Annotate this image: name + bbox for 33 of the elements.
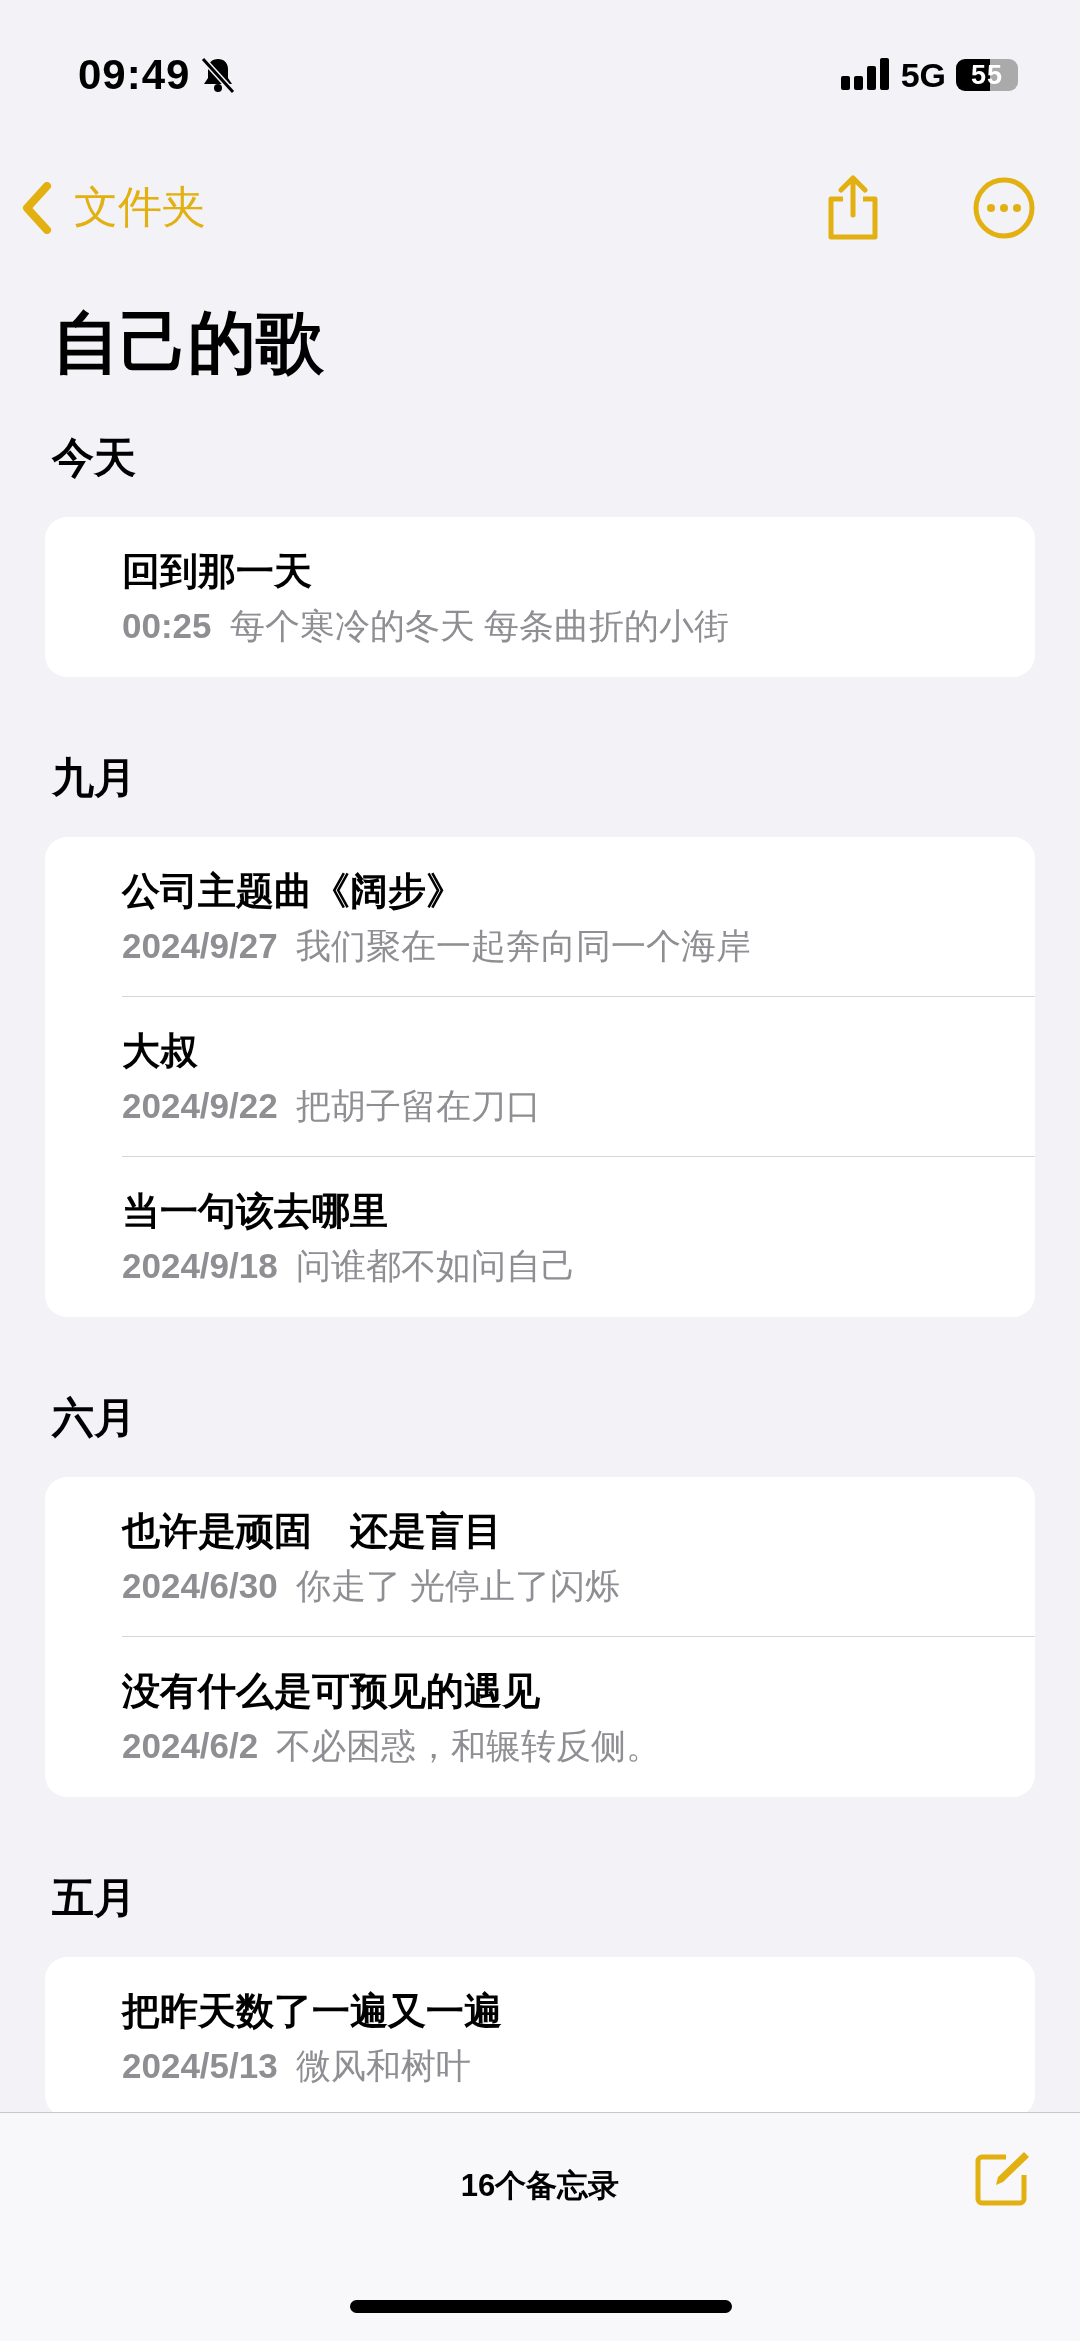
bell-slash-icon xyxy=(200,56,237,94)
note-date: 2024/6/30 xyxy=(122,1565,278,1607)
section-header: 六月 xyxy=(50,1393,137,1443)
note-preview: 不必困惑，和辗转反侧。 xyxy=(276,1725,662,1767)
note-preview: 微风和树叶 xyxy=(295,2045,471,2087)
note-date: 2024/9/18 xyxy=(122,1245,278,1287)
note-title[interactable]: 大叔 xyxy=(122,1027,1035,1075)
note-preview: 你走了 光停止了闪烁 xyxy=(295,1565,621,1607)
more-icon[interactable] xyxy=(973,176,1035,239)
note-preview: 问谁都不如问自己 xyxy=(295,1245,576,1287)
note-count: 16个备忘录 xyxy=(460,2167,620,2205)
note-date: 2024/5/13 xyxy=(122,2045,278,2087)
note-title[interactable]: 当一句该去哪里 xyxy=(122,1187,1035,1235)
note-title[interactable]: 回到那一天 xyxy=(122,547,1035,595)
note-title[interactable]: 没有什么是可预见的遇见 xyxy=(122,1667,1035,1715)
note-preview: 每个寒冷的冬天 每条曲折的小街 xyxy=(229,605,730,647)
network-label: 5G xyxy=(900,55,946,95)
note-date: 2024/6/2 xyxy=(122,1725,259,1767)
note-preview: 我们聚在一起奔向同一个海岸 xyxy=(295,925,751,967)
section-header: 九月 xyxy=(51,753,137,803)
signal-icon xyxy=(840,58,891,92)
status-time: 09:49 xyxy=(78,51,191,99)
folder-title: 自己的歌 xyxy=(51,303,325,382)
section-header: 今天 xyxy=(50,433,137,483)
chevron-left-icon xyxy=(22,181,52,234)
section-header: 五月 xyxy=(51,1873,137,1923)
note-title[interactable]: 公司主题曲《阔步》 xyxy=(122,867,1035,915)
note-title[interactable]: 也许是顽固 还是盲目 xyxy=(122,1507,1035,1555)
note-date: 2024/9/27 xyxy=(122,925,278,967)
note-date: 2024/9/22 xyxy=(122,1085,278,1127)
note-date: 00:25 xyxy=(122,605,212,647)
note-title[interactable]: 把昨天数了一遍又一遍 xyxy=(122,1987,1035,2035)
note-preview: 把胡子留在刀口 xyxy=(295,1085,541,1127)
